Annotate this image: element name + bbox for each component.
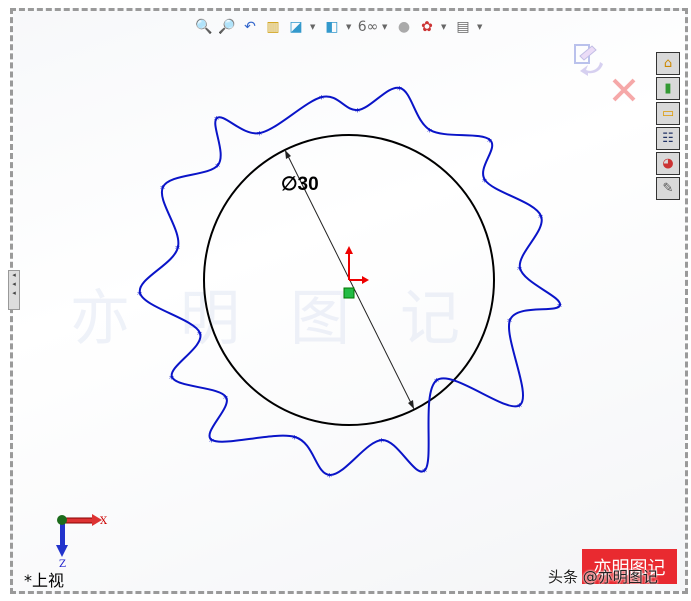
spline-point[interactable]: * bbox=[355, 107, 360, 118]
reference-triad bbox=[56, 514, 102, 557]
origin-icon bbox=[343, 246, 369, 299]
spline-point[interactable]: * bbox=[215, 162, 220, 173]
spline-point[interactable]: * bbox=[257, 130, 262, 141]
spline-point[interactable]: * bbox=[197, 330, 202, 341]
spline-point[interactable]: * bbox=[137, 290, 142, 301]
spline-point[interactable]: * bbox=[209, 437, 214, 448]
sketch-canvas: ************************** X Z bbox=[56, 85, 562, 570]
spline-point[interactable]: * bbox=[214, 115, 219, 126]
spline-point[interactable]: * bbox=[169, 374, 174, 385]
spline-point[interactable]: * bbox=[379, 437, 384, 448]
spline-point[interactable]: * bbox=[557, 302, 562, 313]
spline-point[interactable]: * bbox=[223, 394, 228, 405]
spline-point[interactable]: * bbox=[327, 472, 332, 483]
spline-point[interactable]: * bbox=[517, 265, 522, 276]
diameter-dimension[interactable]: ∅30 bbox=[281, 173, 319, 196]
spline-point[interactable]: * bbox=[487, 137, 492, 148]
spline-point[interactable]: * bbox=[482, 177, 487, 188]
spline-point[interactable]: * bbox=[160, 184, 165, 195]
spline-point[interactable]: * bbox=[319, 94, 324, 105]
spline-point[interactable]: * bbox=[422, 467, 427, 478]
spline-point[interactable]: * bbox=[538, 213, 543, 224]
spline-point[interactable]: * bbox=[175, 244, 180, 255]
spline-point[interactable]: * bbox=[292, 434, 297, 445]
spline-point[interactable]: * bbox=[434, 377, 439, 388]
spline-point[interactable]: * bbox=[427, 127, 432, 138]
watermark-credit: 头条 @亦明图记 bbox=[548, 568, 658, 586]
spline-points: * * * * * * * * * * * * * * * * * * * * * * * * * * bbox=[137, 85, 562, 483]
view-orientation-label: *上视 bbox=[24, 571, 65, 590]
spline-point[interactable]: * bbox=[507, 317, 512, 328]
spline-point[interactable]: * bbox=[517, 402, 522, 413]
spline-point[interactable]: * bbox=[397, 85, 402, 96]
triad-x-label: X bbox=[100, 516, 108, 527]
